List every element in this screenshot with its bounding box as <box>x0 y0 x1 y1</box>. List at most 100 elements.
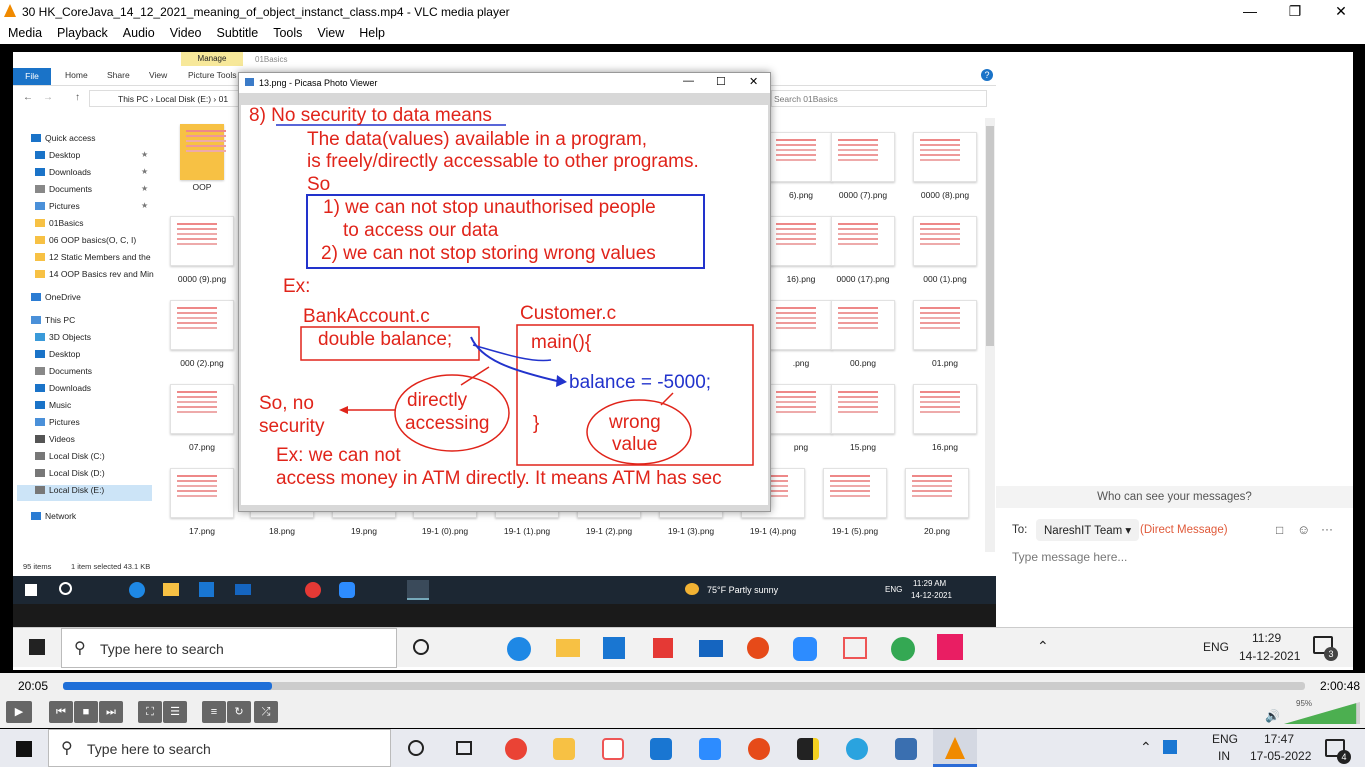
nav-item[interactable]: 01Basics <box>35 218 84 234</box>
tab-home[interactable]: Home <box>65 70 88 80</box>
nav-item[interactable]: Downloads <box>35 167 91 183</box>
nav-item[interactable]: Network <box>31 511 76 527</box>
nav-item[interactable]: Downloads <box>35 383 91 399</box>
tab-picture-tools[interactable]: Picture Tools <box>188 70 237 80</box>
host-taskview-icon[interactable] <box>456 741 472 755</box>
nav-item[interactable]: Quick access <box>31 133 96 149</box>
volume-icon[interactable]: 🔊 <box>1265 709 1280 723</box>
file-thumbnail[interactable] <box>769 384 833 434</box>
stop-button[interactable]: ■ <box>74 701 98 723</box>
address-path[interactable]: This PC › Local Disk (E:) › 01 <box>89 90 239 107</box>
breadcrumb-folder[interactable]: 01 <box>219 94 228 104</box>
menu-view[interactable]: View <box>309 23 351 40</box>
nav-item[interactable]: Local Disk (C:) <box>35 451 105 467</box>
host-chrome-icon[interactable] <box>505 738 527 760</box>
nav-item[interactable]: Desktop <box>35 150 80 166</box>
explorer-scrollbar[interactable] <box>985 118 995 552</box>
menu-subtitle[interactable]: Subtitle <box>209 23 266 40</box>
file-thumbnail[interactable] <box>913 132 977 182</box>
host-recorder-icon[interactable] <box>748 738 770 760</box>
file-thumbnail[interactable] <box>170 300 234 350</box>
tab-view[interactable]: View <box>149 70 167 80</box>
previous-button[interactable]: ⏮ <box>49 701 73 723</box>
picasa-minimize-button[interactable]: — <box>683 75 694 87</box>
nav-item[interactable]: This PC <box>31 315 75 331</box>
file-thumbnail[interactable] <box>170 384 234 434</box>
file-thumbnail[interactable] <box>831 216 895 266</box>
nav-item[interactable]: OneDrive <box>31 292 81 308</box>
play-button[interactable]: ▶ <box>6 701 32 723</box>
search-box[interactable]: Search 01Basics <box>771 90 987 107</box>
up-arrow-icon[interactable]: ↑ <box>75 92 80 103</box>
host-lang[interactable]: ENG <box>1212 732 1238 746</box>
chat-privacy-note[interactable]: Who can see your messages? <box>996 486 1353 508</box>
host-start-icon[interactable] <box>16 741 32 757</box>
close-button[interactable]: ✕ <box>1318 0 1364 23</box>
file-thumbnail[interactable] <box>905 468 969 518</box>
file-thumbnail[interactable] <box>823 468 887 518</box>
playlist-button[interactable]: ≡ <box>202 701 226 723</box>
next-button[interactable]: ⏭ <box>99 701 123 723</box>
nav-item[interactable]: 06 OOP basics(O, C, I) <box>35 235 136 251</box>
tab-file[interactable]: File <box>13 68 51 85</box>
menu-playback[interactable]: Playback <box>49 23 115 40</box>
back-arrow-icon[interactable]: ← <box>23 92 33 103</box>
host-date[interactable]: 17-05-2022 <box>1250 749 1311 763</box>
host-tray-app-icon[interactable] <box>1163 740 1177 754</box>
chat-emoji-icon[interactable]: ☺ <box>1297 522 1310 537</box>
menu-video[interactable]: Video <box>162 23 209 40</box>
maximize-button[interactable]: ❐ <box>1272 0 1318 23</box>
menu-tools[interactable]: Tools <box>265 23 309 40</box>
file-thumbnail[interactable] <box>170 468 234 518</box>
host-search-box[interactable]: ⚲ Type here to search <box>48 729 391 767</box>
file-thumbnail[interactable] <box>831 132 895 182</box>
menu-media[interactable]: Media <box>0 23 49 40</box>
nav-item[interactable]: Documents <box>35 366 92 382</box>
file-thumbnail[interactable] <box>913 384 977 434</box>
nav-item[interactable]: Documents <box>35 184 92 200</box>
file-thumbnail[interactable] <box>831 384 895 434</box>
breadcrumb-local-disk[interactable]: Local Disk (E:) <box>156 94 211 104</box>
host-telegram-icon[interactable] <box>846 738 868 760</box>
file-thumbnail[interactable] <box>170 216 234 266</box>
host-zoom-icon[interactable] <box>699 738 721 760</box>
chat-recipient-dropdown[interactable]: NareshIT Team ▾ <box>1036 519 1140 541</box>
file-thumbnail[interactable] <box>769 216 833 266</box>
file-thumbnail[interactable] <box>913 216 977 266</box>
host-explorer-icon[interactable] <box>553 738 575 760</box>
nav-item[interactable]: 14 OOP Basics rev and Min <box>35 269 154 285</box>
picasa-close-button[interactable]: ✕ <box>749 75 758 88</box>
file-thumbnail[interactable] <box>913 300 977 350</box>
file-thumbnail[interactable] <box>831 300 895 350</box>
host-photos-icon[interactable] <box>895 738 917 760</box>
menu-help[interactable]: Help <box>351 23 392 40</box>
file-thumbnail[interactable] <box>769 300 833 350</box>
minimize-button[interactable]: — <box>1227 0 1273 23</box>
nav-item[interactable]: 3D Objects <box>35 332 91 348</box>
tab-share[interactable]: Share <box>107 70 130 80</box>
host-vlc-taskbar-button[interactable] <box>933 729 977 767</box>
breadcrumb-this-pc[interactable]: This PC <box>118 94 148 104</box>
file-thumbnail[interactable] <box>769 132 833 182</box>
menu-audio[interactable]: Audio <box>115 23 162 40</box>
chat-file-icon[interactable]: □ <box>1276 523 1283 537</box>
host-time[interactable]: 17:47 <box>1264 732 1294 746</box>
chat-message-input[interactable]: Type message here... <box>1012 550 1127 564</box>
host-cortana-icon[interactable] <box>408 740 424 756</box>
picasa-maximize-button[interactable]: ☐ <box>716 75 726 88</box>
nav-item[interactable]: Videos <box>35 434 75 450</box>
seek-slider[interactable] <box>63 682 1305 690</box>
nav-item[interactable]: Desktop <box>35 349 80 365</box>
host-snip-icon[interactable] <box>602 738 624 760</box>
shuffle-button[interactable]: ⤮ <box>254 701 278 723</box>
host-store-icon[interactable] <box>650 738 672 760</box>
help-icon[interactable]: ? <box>981 69 993 81</box>
forward-arrow-icon[interactable]: → <box>43 92 53 103</box>
extended-settings-button[interactable]: ☰ <box>163 701 187 723</box>
host-region[interactable]: IN <box>1218 749 1230 763</box>
host-tray-chevron-icon[interactable]: ⌃ <box>1140 739 1152 756</box>
nav-item[interactable]: Pictures <box>35 201 80 217</box>
host-notes-icon[interactable] <box>797 738 819 760</box>
nav-item[interactable]: Pictures <box>35 417 80 433</box>
file-thumbnail[interactable] <box>180 124 226 180</box>
